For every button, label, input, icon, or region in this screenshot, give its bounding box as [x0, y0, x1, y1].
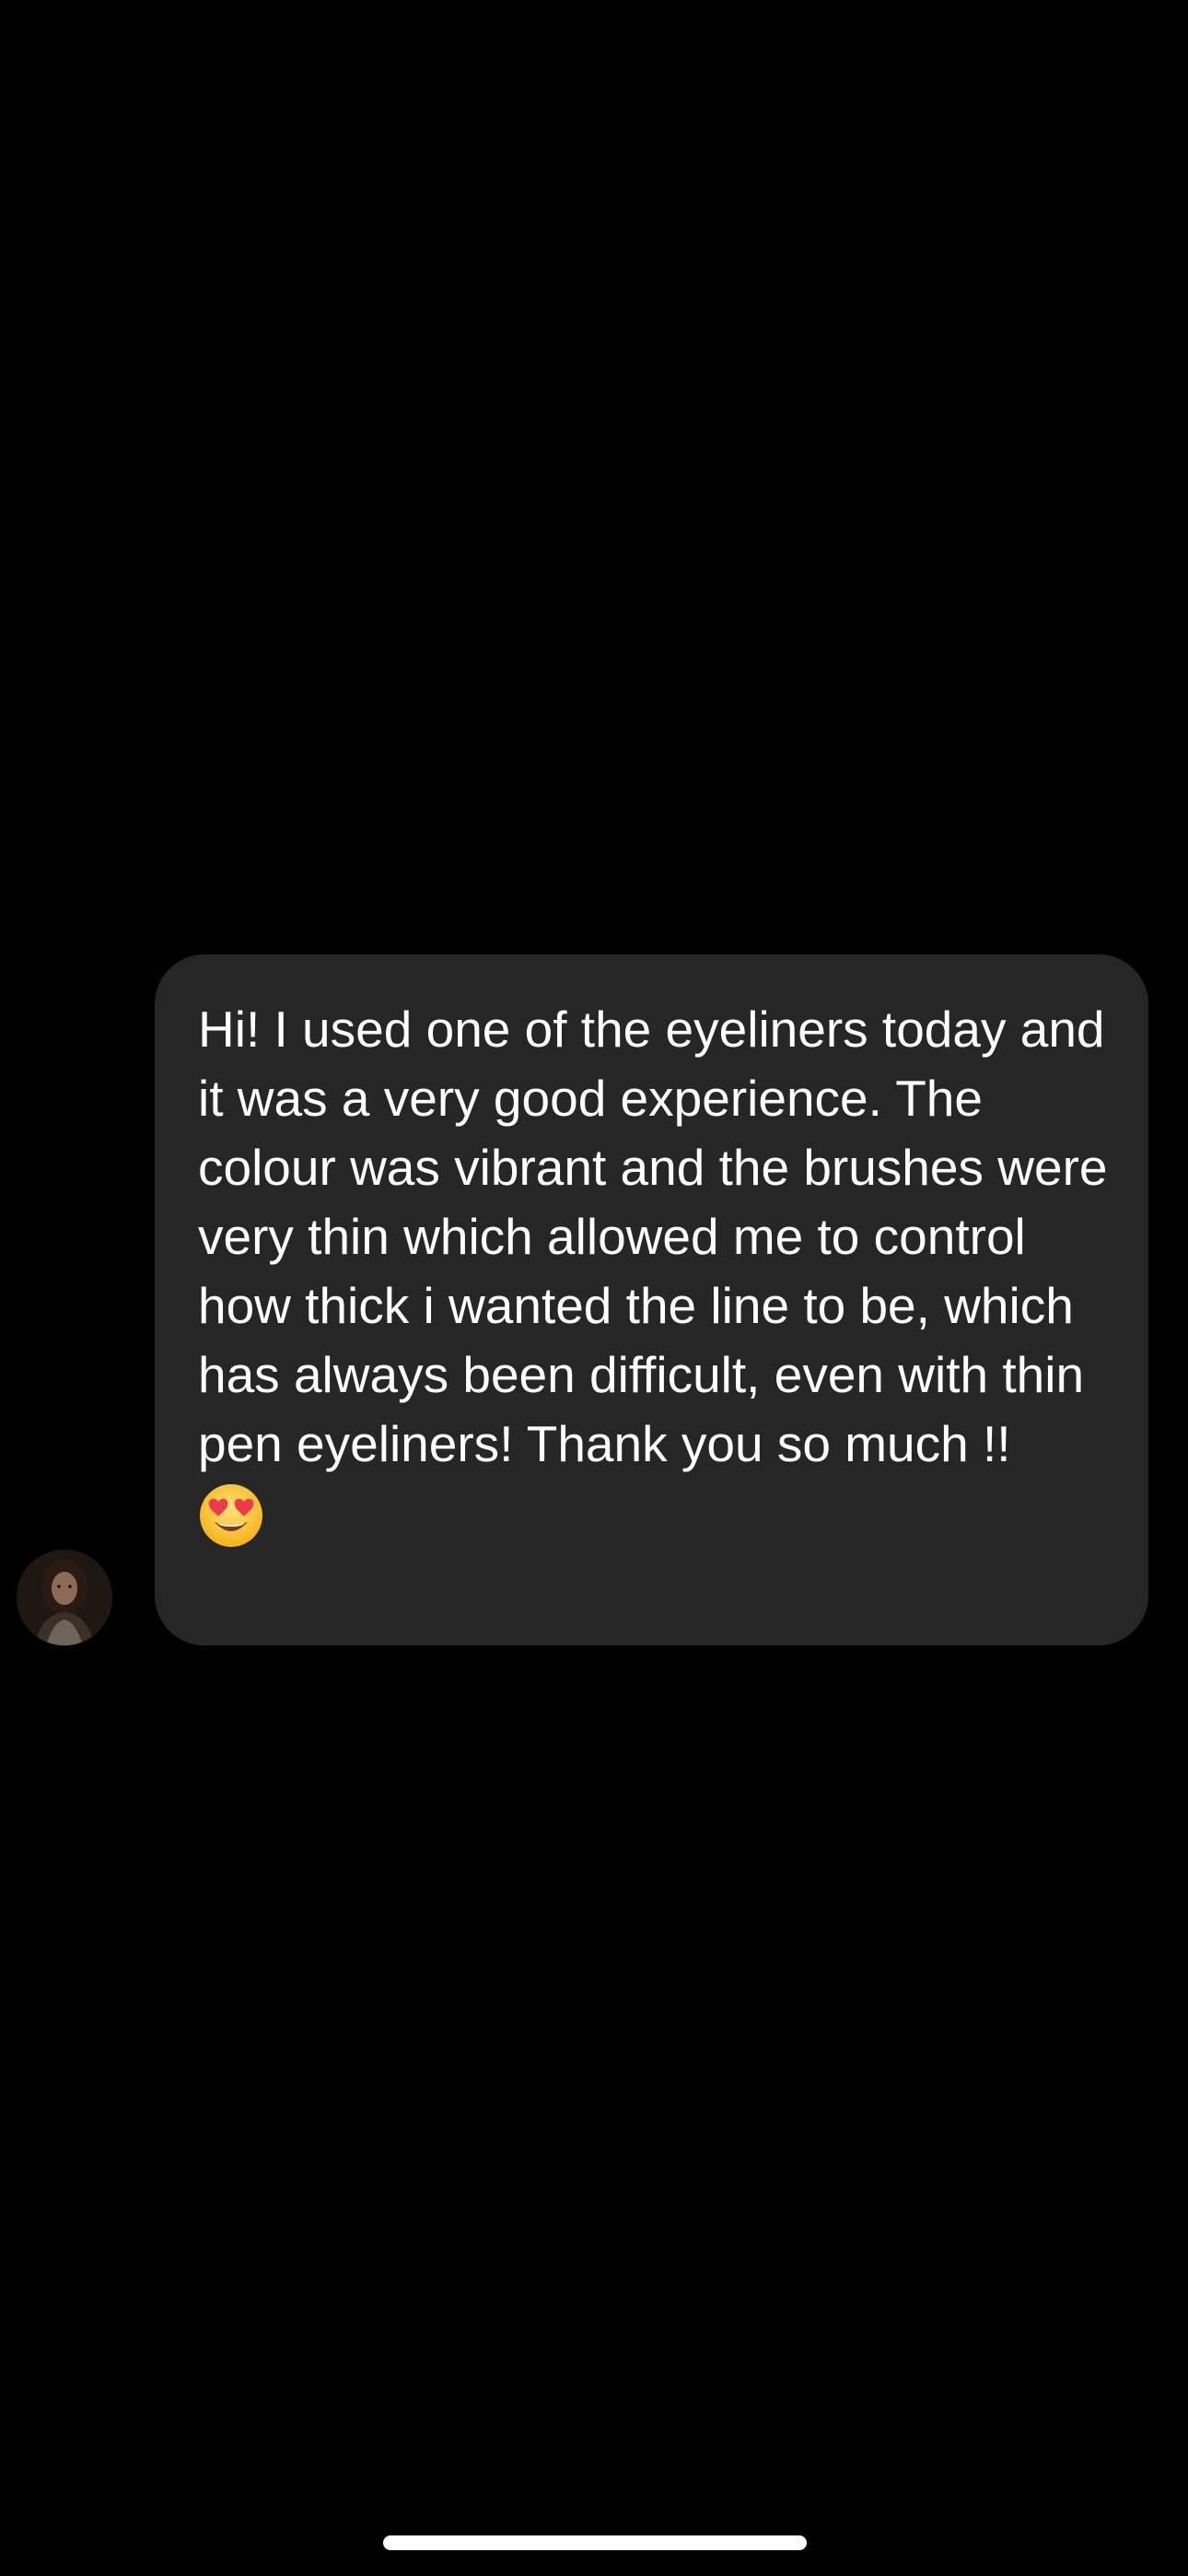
- heart-eyes-emoji-icon: [198, 1482, 264, 1549]
- message-bubble[interactable]: Hi! I used one of the eyeliners today an…: [155, 954, 1148, 1645]
- profile-photo-icon: [17, 1550, 112, 1645]
- home-indicator[interactable]: [383, 2535, 807, 2550]
- chat-screen: Hi! I used one of the eyeliners today an…: [0, 0, 1188, 2576]
- sender-avatar[interactable]: [17, 1550, 112, 1645]
- message-text: Hi! I used one of the eyeliners today an…: [198, 1001, 1108, 1472]
